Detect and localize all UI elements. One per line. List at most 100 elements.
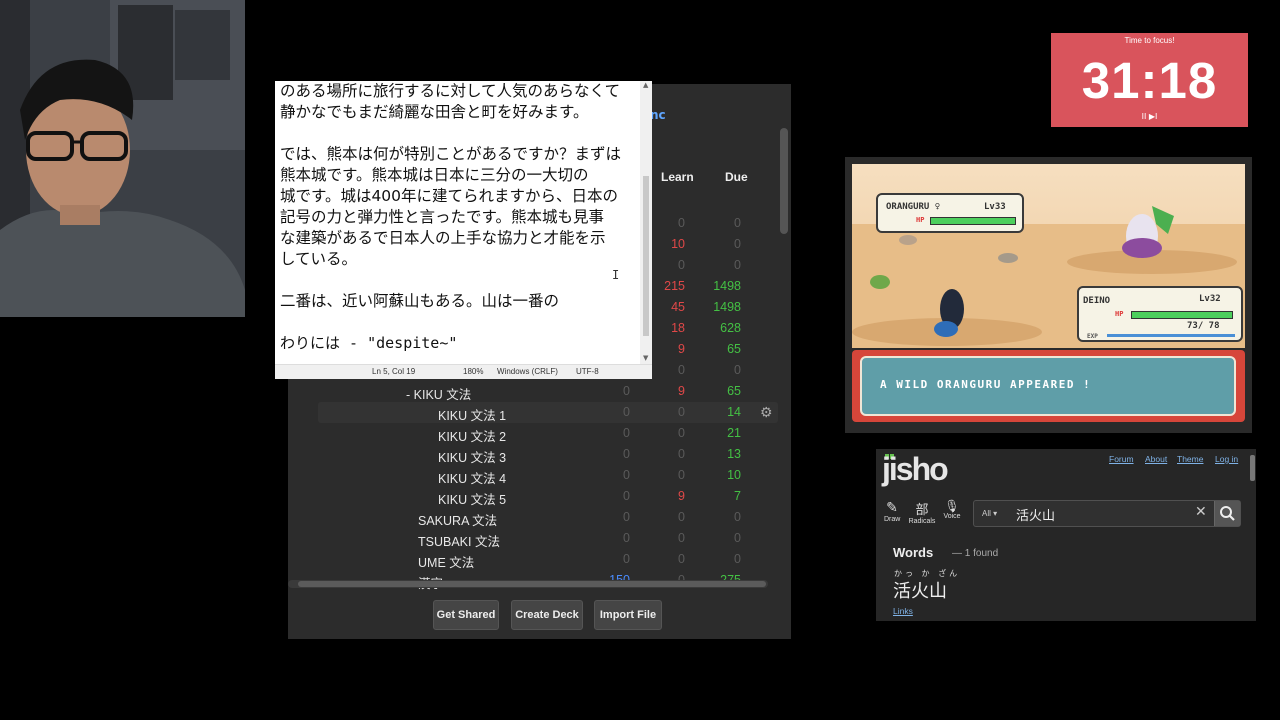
scroll-down-icon[interactable]: ▼ bbox=[643, 354, 648, 362]
word-result[interactable]: 活火山 bbox=[893, 577, 947, 603]
nav-theme[interactable]: Theme bbox=[1177, 454, 1203, 464]
column-learn: Learn bbox=[661, 170, 694, 184]
timer-controls[interactable]: II ▶I bbox=[1051, 112, 1248, 121]
deck-name[interactable]: KIKU 文法 3 bbox=[438, 447, 506, 466]
create-deck-button[interactable]: Create Deck bbox=[511, 600, 583, 630]
notepad-line: 熊本城です。熊本城は日本に三分の一大切の bbox=[280, 166, 589, 184]
deck-count-c3: 0 bbox=[734, 363, 741, 377]
deck-count-c2: 0 bbox=[678, 552, 685, 566]
words-heading: Words bbox=[893, 545, 934, 560]
notepad-line: では、熊本は何が特別ことがあるですか？まずは bbox=[280, 145, 622, 163]
import-file-button[interactable]: Import File bbox=[594, 600, 662, 630]
player-hp-label: HP bbox=[1115, 310, 1124, 318]
scroll-up-icon[interactable]: ▲ bbox=[643, 81, 648, 89]
notepad-line: な建築があるで日本人の上手な協力と才能を示 bbox=[280, 229, 606, 247]
deck-name[interactable]: KIKU 文法 2 bbox=[438, 426, 506, 445]
deck-name[interactable]: KIKU 文法 5 bbox=[438, 489, 506, 508]
clear-icon[interactable]: ✕ bbox=[1195, 504, 1207, 520]
deck-count-c3: 0 bbox=[734, 531, 741, 545]
notepad-line: わりには - "despite~" bbox=[280, 334, 458, 352]
deck-name[interactable]: KIKU 文法 4 bbox=[438, 468, 506, 487]
deck-count-c2: 0 bbox=[678, 468, 685, 482]
radicals-icon: 部 bbox=[915, 502, 929, 517]
deck-count-c3: 628 bbox=[720, 321, 741, 335]
deck-row[interactable]: KIKU 文法 2 0 0 21 bbox=[288, 423, 778, 444]
search-button[interactable] bbox=[1214, 501, 1240, 526]
deck-count-c3: 21 bbox=[727, 426, 741, 440]
deck-count-c1: 0 bbox=[623, 447, 630, 461]
enemy-name: ORANGURU ♀ bbox=[886, 202, 941, 212]
text-cursor-icon: I bbox=[612, 268, 620, 282]
status-line-ending: Windows (CRLF) bbox=[497, 367, 558, 376]
player-name: DEINO bbox=[1083, 296, 1111, 306]
battle-screen: ORANGURU ♀ Lv33 HP DEINO Lv32 HP 73/ 78 … bbox=[852, 164, 1245, 348]
nav-about[interactable]: About bbox=[1145, 454, 1167, 464]
jisho-scrollbar[interactable] bbox=[1250, 455, 1255, 481]
deck-count-c3: 0 bbox=[734, 237, 741, 251]
player-hp-value: 73/ 78 bbox=[1187, 321, 1220, 331]
words-found-count: — 1 found bbox=[952, 548, 999, 559]
notepad-scrollbar[interactable]: ▲ ▼ bbox=[640, 81, 652, 364]
deck-row[interactable]: KIKU 文法 1 0 0 14 ⚙ bbox=[318, 402, 778, 423]
search-input[interactable]: 活火山 bbox=[1016, 505, 1055, 524]
status-encoding: UTF-8 bbox=[576, 367, 599, 376]
draw-icon: ✎ bbox=[886, 499, 898, 515]
deck-name[interactable]: SAKURA 文法 bbox=[418, 510, 497, 529]
deck-count-c3: 1498 bbox=[713, 300, 741, 314]
gear-icon[interactable]: ⚙ bbox=[760, 404, 773, 421]
search-filter-dropdown[interactable]: All ▾ bbox=[982, 509, 997, 518]
notepad-line: のある場所に旅行するに対して人気のあらなくて bbox=[280, 82, 621, 100]
player-hp-bar bbox=[1131, 311, 1233, 319]
deck-count-c3: 14 bbox=[727, 405, 741, 419]
horizontal-scrollbar[interactable] bbox=[288, 580, 768, 588]
nav-log-in[interactable]: Log in bbox=[1215, 454, 1238, 464]
notepad-line bbox=[280, 270, 640, 291]
deck-row[interactable]: KIKU 文法 3 0 0 13 bbox=[288, 444, 778, 465]
sync-label[interactable]: nc bbox=[650, 108, 666, 122]
player-exp-bar bbox=[1107, 334, 1235, 337]
notepad-line: 静かなでもまだ綺麗な田舎と町を好みます。 bbox=[280, 103, 589, 121]
deck-row[interactable]: KIKU 文法 5 0 9 7 bbox=[288, 486, 778, 507]
draw-tool[interactable]: ✎ Draw bbox=[884, 499, 900, 523]
deck-row[interactable]: TSUBAKI 文法 0 0 0 bbox=[288, 528, 778, 549]
pokemon-game-window: ORANGURU ♀ Lv33 HP DEINO Lv32 HP 73/ 78 … bbox=[845, 157, 1252, 433]
vertical-scrollbar[interactable] bbox=[780, 128, 788, 234]
status-position: Ln 5, Col 19 bbox=[372, 367, 416, 376]
search-bar[interactable]: All ▾ 活火山 ✕ bbox=[973, 500, 1241, 527]
deck-name[interactable]: - KIKU 文法 bbox=[406, 384, 471, 403]
deck-name[interactable]: KIKU 文法 1 bbox=[438, 405, 506, 424]
deck-row[interactable]: SAKURA 文法 0 0 0 bbox=[288, 507, 778, 528]
nav-forum[interactable]: Forum bbox=[1109, 454, 1134, 464]
deck-count-c1: 0 bbox=[623, 510, 630, 524]
timer-label: Time to focus! bbox=[1124, 36, 1175, 45]
deck-count-c3: 1498 bbox=[713, 279, 741, 293]
battle-message-box: A WILD ORANGURU APPEARED ! bbox=[852, 350, 1245, 422]
notepad-text-area[interactable]: のある場所に旅行するに対して人気のあらなくて 静かなでもまだ綺麗な田舎と町を好みま… bbox=[280, 81, 640, 354]
notepad-line bbox=[280, 123, 640, 144]
enemy-hp-bar bbox=[930, 217, 1016, 225]
deck-name[interactable]: TSUBAKI 文法 bbox=[418, 531, 500, 550]
notepad-line: している。 bbox=[280, 250, 358, 268]
microphone-icon: 🎙 bbox=[944, 499, 960, 513]
voice-tool[interactable]: 🎙 Voice bbox=[942, 499, 962, 520]
deck-row[interactable]: UME 文法 0 0 0 bbox=[288, 549, 778, 570]
deck-count-c3: 0 bbox=[734, 552, 741, 566]
deck-name[interactable]: UME 文法 bbox=[418, 552, 474, 571]
deck-count-c2: 0 bbox=[678, 447, 685, 461]
draw-label: Draw bbox=[884, 516, 901, 523]
deck-count-c2: 0 bbox=[678, 405, 685, 419]
deck-row[interactable]: KIKU 文法 4 0 0 10 bbox=[288, 465, 778, 486]
deck-count-c3: 0 bbox=[734, 510, 741, 524]
deck-row[interactable]: - KIKU 文法 0 9 65 bbox=[288, 381, 778, 402]
bush bbox=[870, 275, 890, 289]
notepad-line bbox=[280, 312, 640, 333]
get-shared-button[interactable]: Get Shared bbox=[433, 600, 499, 630]
deck-count-c2: 0 bbox=[678, 426, 685, 440]
jisho-logo[interactable]: jisho bbox=[882, 451, 949, 488]
links-link[interactable]: Links bbox=[893, 606, 913, 616]
deck-count-c1: 0 bbox=[623, 405, 630, 419]
deck-count-c1: 0 bbox=[623, 468, 630, 482]
enemy-level: Lv33 bbox=[984, 202, 1006, 212]
radicals-tool[interactable]: 部 Radicals bbox=[908, 499, 936, 525]
deck-count-c3: 0 bbox=[734, 216, 741, 230]
